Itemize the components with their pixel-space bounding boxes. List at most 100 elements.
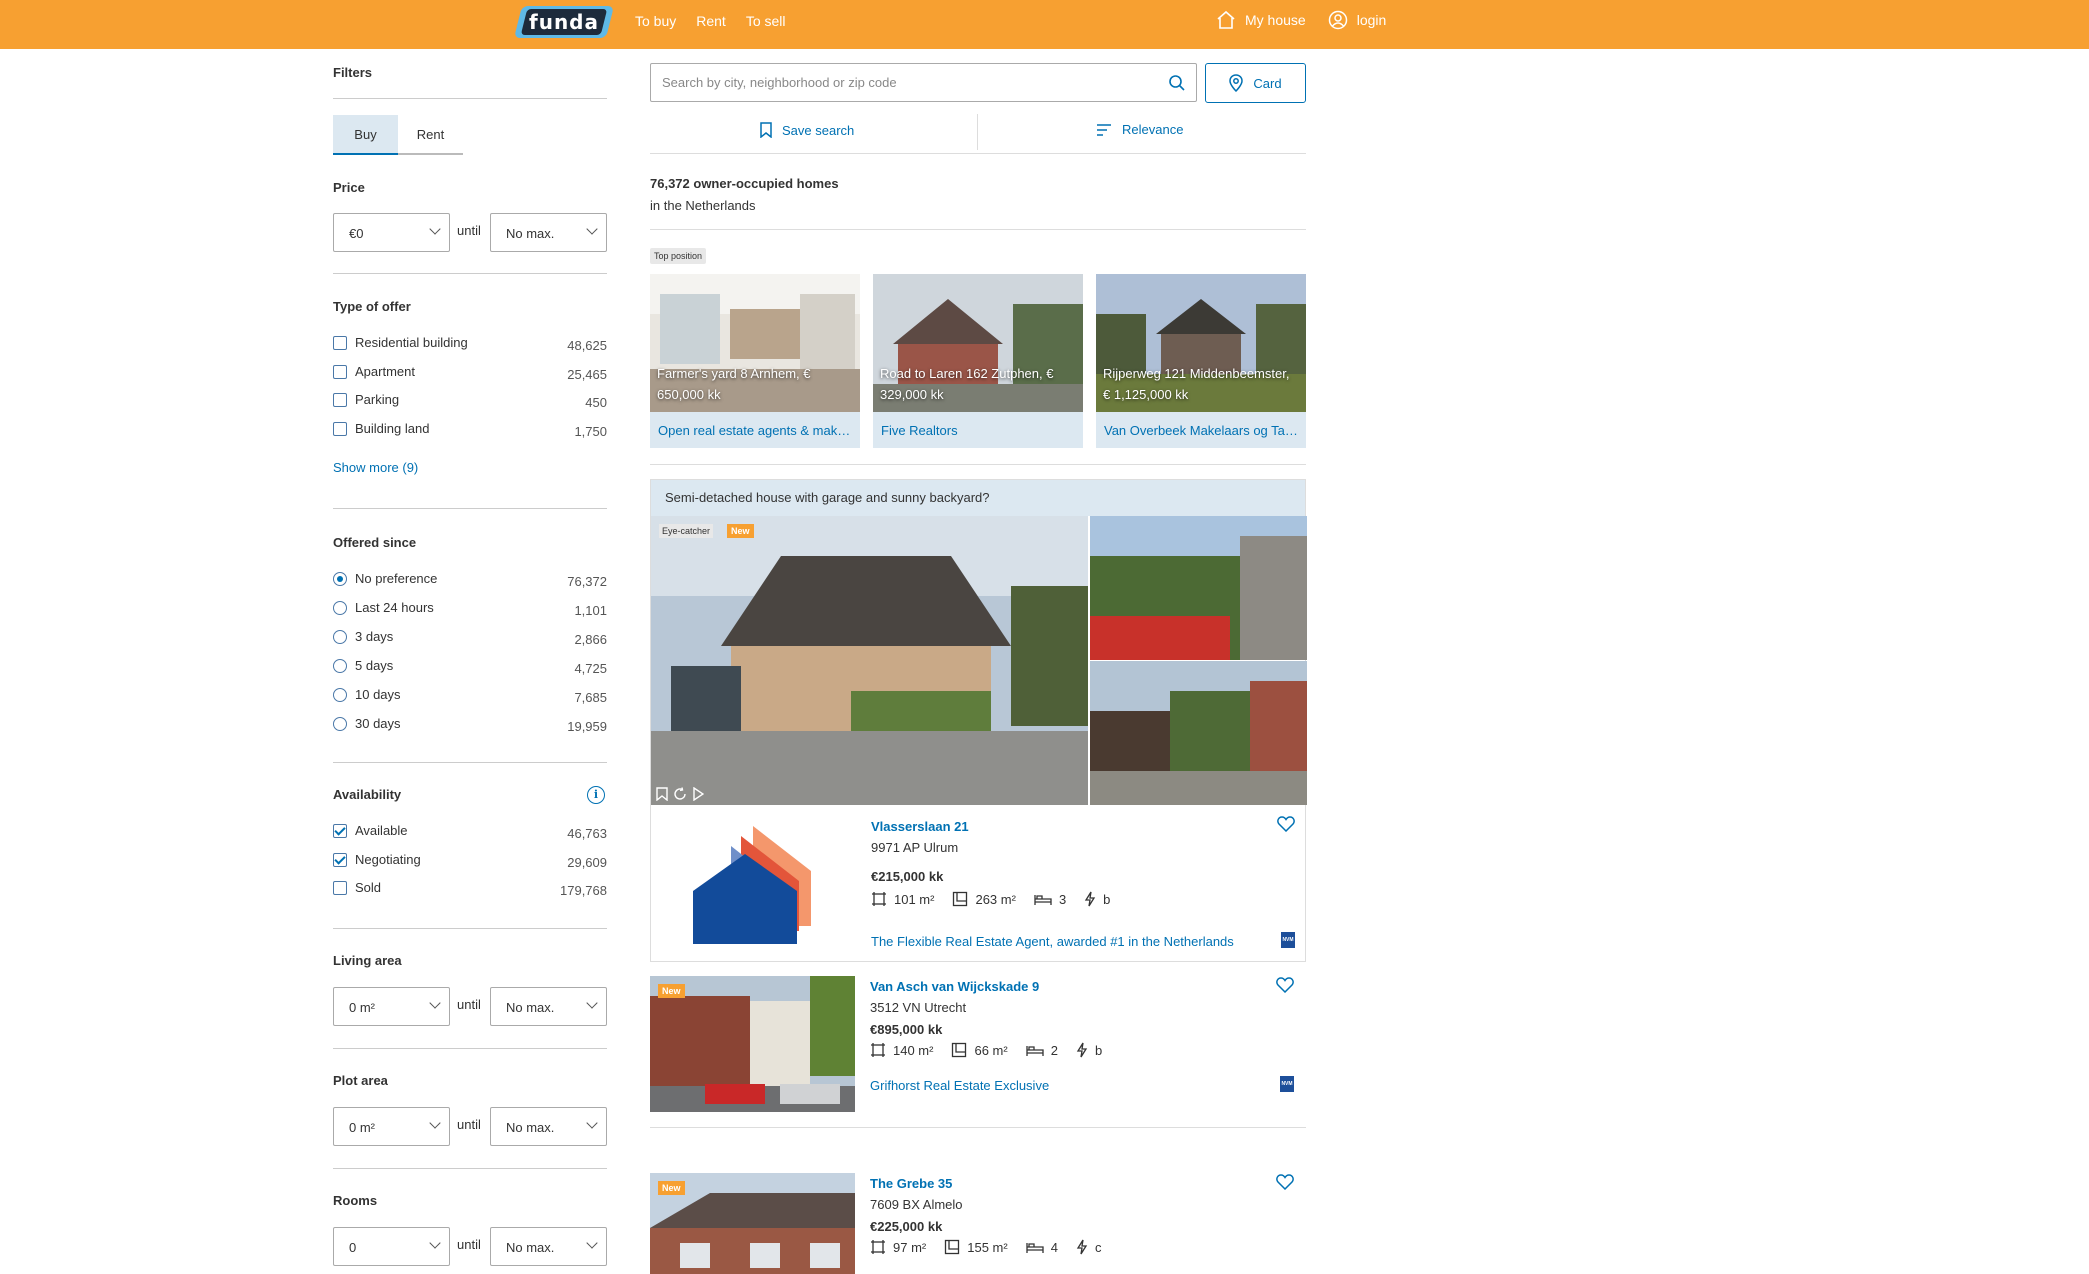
living-area-icon — [871, 1043, 885, 1057]
top-position-card[interactable]: Road to Laren 162 Zutphen, € 329,000 kk … — [873, 274, 1083, 448]
top-card-agent-link[interactable]: Open real estate agents & makelaars — [650, 412, 860, 448]
radio-button[interactable] — [333, 688, 347, 702]
show-more-link[interactable]: Show more (9) — [333, 460, 418, 475]
listing-photo[interactable]: Road to Laren 162 Zutphen, € 329,000 kk — [873, 274, 1083, 412]
divider — [977, 114, 978, 150]
bookmark-icon[interactable] — [656, 787, 668, 801]
nav-to-sell[interactable]: To sell — [746, 13, 786, 29]
availability-option-negotiating[interactable]: Negotiating 29,609 — [333, 850, 607, 870]
checkbox[interactable] — [333, 881, 347, 895]
heart-icon[interactable] — [1276, 977, 1294, 993]
radio-button[interactable] — [333, 572, 347, 586]
chevron-down-icon — [429, 223, 441, 235]
tab-rent[interactable]: Rent — [398, 115, 463, 155]
featured-listing[interactable]: Semi-detached house with garage and sunn… — [650, 479, 1307, 962]
listing-photo[interactable]: New — [650, 976, 855, 1112]
top-card-agent-link[interactable]: Five Realtors — [873, 412, 1083, 448]
checkbox[interactable] — [333, 393, 347, 407]
availability-option-sold[interactable]: Sold 179,768 — [333, 878, 607, 898]
radio-button[interactable] — [333, 601, 347, 615]
since-option-30days[interactable]: 30 days 19,959 — [333, 714, 607, 734]
plot-area-max-select[interactable]: No max. — [490, 1107, 607, 1146]
top-position-card[interactable]: Farmer's yard 8 Arnhem, € 650,000 kk Ope… — [650, 274, 860, 448]
heart-icon[interactable] — [1276, 1174, 1294, 1190]
listing-address: 3512 VN Utrecht — [870, 1000, 967, 1015]
top-card-caption: Rijperweg 121 Middenbeemster, € 1,125,00… — [1103, 366, 1290, 402]
filters-heading: Filters — [333, 65, 373, 80]
360-view-icon[interactable] — [673, 787, 687, 801]
house-icon — [1217, 10, 1235, 29]
living-area-max-select[interactable]: No max. — [490, 987, 607, 1026]
energy-label-icon — [1084, 891, 1096, 907]
bookmark-icon — [760, 122, 772, 138]
rooms-min-select[interactable]: 0 — [333, 1227, 450, 1266]
nav-rent[interactable]: Rent — [696, 13, 726, 29]
checkbox[interactable] — [333, 824, 347, 838]
living-area-min-select[interactable]: 0 m² — [333, 987, 450, 1026]
energy-label-icon — [1076, 1042, 1088, 1058]
top-position-card[interactable]: Rijperweg 121 Middenbeemster, € 1,125,00… — [1096, 274, 1306, 448]
results-count: 76,372 owner-occupied homes — [650, 176, 839, 191]
my-house-link[interactable]: My house — [1216, 10, 1306, 30]
bed-icon — [1026, 1046, 1044, 1056]
radio-button[interactable] — [333, 659, 347, 673]
heart-icon[interactable] — [1277, 816, 1295, 832]
offer-option-building-land[interactable]: Building land 1,750 — [333, 419, 607, 439]
listing-agent-link[interactable]: Grifhorst Real Estate Exclusive — [870, 1078, 1049, 1093]
checkbox[interactable] — [333, 422, 347, 436]
price-max-select[interactable]: No max. — [490, 213, 607, 252]
offer-option-residential[interactable]: Residential building 48,625 — [333, 333, 607, 353]
nav-to-buy[interactable]: To buy — [635, 13, 676, 29]
since-option-24h[interactable]: Last 24 hours 1,101 — [333, 598, 607, 618]
availability-option-available[interactable]: Available 46,763 — [333, 821, 607, 841]
bed-icon — [1026, 1243, 1044, 1253]
energy-label-icon — [1076, 1239, 1088, 1255]
radio-button[interactable] — [333, 717, 347, 731]
radio-button[interactable] — [333, 630, 347, 644]
new-badge: New — [658, 1181, 685, 1195]
rooms-max-select[interactable]: No max. — [490, 1227, 607, 1266]
search-input[interactable]: Search by city, neighborhood or zip code — [650, 63, 1197, 102]
listing-title[interactable]: Vlasserslaan 21 — [871, 819, 969, 834]
price-min-select[interactable]: €0 — [333, 213, 450, 252]
listing-title[interactable]: Van Asch van Wijckskade 9 — [870, 979, 1039, 994]
offer-option-apartment[interactable]: Apartment 25,465 — [333, 362, 607, 382]
top-card-agent-link[interactable]: Van Overbeek Makelaars og Taxateurs — [1096, 412, 1306, 448]
since-option-5days[interactable]: 5 days 4,725 — [333, 656, 607, 676]
listing-agent-link[interactable]: The Flexible Real Estate Agent, awarded … — [871, 934, 1234, 949]
listing-photo[interactable]: New — [650, 1173, 855, 1274]
listing-title[interactable]: The Grebe 35 — [870, 1176, 952, 1191]
listing-photo[interactable] — [1090, 516, 1307, 660]
funda-logo[interactable]: funda — [514, 6, 614, 38]
plot-area-heading: Plot area — [333, 1073, 388, 1088]
since-option-3days[interactable]: 3 days 2,866 — [333, 627, 607, 647]
play-video-icon[interactable] — [692, 787, 704, 801]
login-link[interactable]: login — [1328, 10, 1386, 30]
since-option-no-preference[interactable]: No preference 76,372 — [333, 569, 607, 589]
divider — [650, 464, 1306, 465]
sort-relevance-button[interactable]: Relevance — [1096, 122, 1183, 137]
offer-option-parking[interactable]: Parking 450 — [333, 390, 607, 410]
divider — [333, 762, 607, 763]
save-search-button[interactable]: Save search — [760, 122, 854, 138]
checkbox[interactable] — [333, 853, 347, 867]
listing-photo[interactable]: Rijperweg 121 Middenbeemster, € 1,125,00… — [1096, 274, 1306, 412]
listing-specs: 97 m² 155 m² 4 c — [870, 1239, 1119, 1255]
checkbox[interactable] — [333, 365, 347, 379]
listing-photo[interactable]: Eye-catcher New — [651, 516, 1088, 805]
listing-photo[interactable] — [1090, 661, 1307, 805]
nvm-logo: NVM — [1280, 1076, 1294, 1092]
tab-buy[interactable]: Buy — [333, 115, 398, 155]
plot-area-min-select[interactable]: 0 m² — [333, 1107, 450, 1146]
top-card-caption: Road to Laren 162 Zutphen, € 329,000 kk — [880, 366, 1054, 402]
map-card-button[interactable]: Card — [1205, 63, 1306, 103]
availability-heading: Availability — [333, 787, 402, 802]
since-option-10days[interactable]: 10 days 7,685 — [333, 685, 607, 705]
listing-photo[interactable]: Farmer's yard 8 Arnhem, € 650,000 kk — [650, 274, 860, 412]
search-icon[interactable] — [1168, 74, 1186, 92]
info-icon[interactable]: i — [587, 786, 605, 804]
checkbox[interactable] — [333, 336, 347, 350]
until-label: until — [457, 1117, 481, 1132]
plot-area-icon — [945, 1239, 960, 1255]
new-badge: New — [658, 984, 685, 998]
